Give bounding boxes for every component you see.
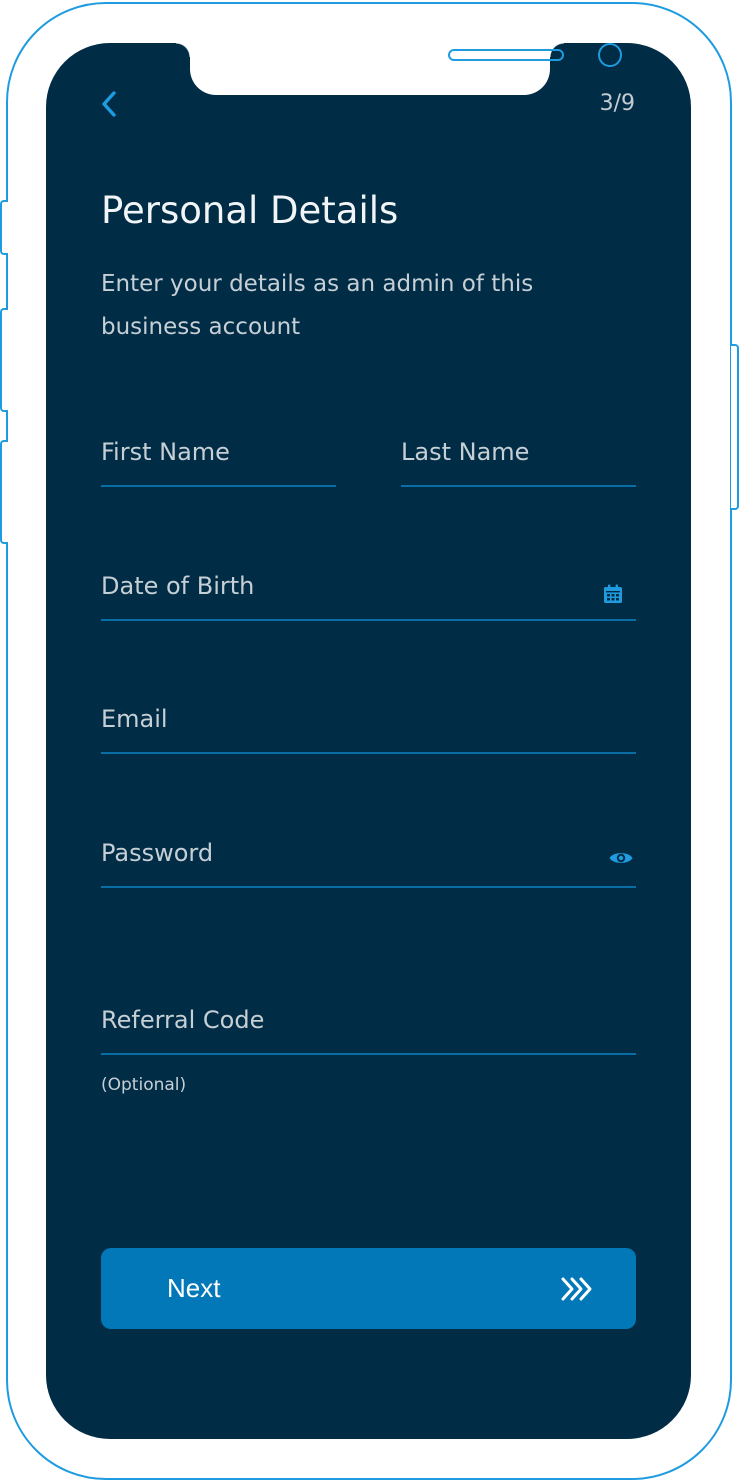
next-button[interactable]: Next	[101, 1248, 636, 1329]
app-screen: 3/9 Personal Details Enter your details …	[46, 43, 691, 1439]
phone-volume-up-button	[0, 308, 8, 412]
calendar-icon[interactable]	[602, 583, 624, 605]
speaker-grille	[448, 49, 564, 61]
referral-code-field[interactable]: Referral Code	[101, 1003, 636, 1055]
page-title: Personal Details	[101, 189, 399, 232]
email-field[interactable]: Email	[101, 702, 636, 754]
phone-power-button	[731, 344, 739, 510]
last-name-field[interactable]: Last Name	[401, 435, 636, 487]
first-name-label: First Name	[101, 438, 230, 466]
triple-chevron-right-icon	[558, 1274, 598, 1304]
date-of-birth-field[interactable]: Date of Birth	[101, 569, 636, 621]
eye-icon[interactable]	[608, 848, 634, 868]
last-name-label: Last Name	[401, 438, 530, 466]
chevron-left-icon[interactable]	[98, 89, 120, 119]
step-counter: 3/9	[599, 91, 635, 116]
referral-optional-note: (Optional)	[101, 1075, 187, 1095]
next-button-label: Next	[167, 1273, 221, 1303]
email-label: Email	[101, 705, 168, 733]
first-name-field[interactable]: First Name	[101, 435, 336, 487]
notch-corner-left	[176, 43, 190, 57]
phone-volume-down-button	[0, 440, 8, 544]
front-camera	[598, 43, 622, 67]
password-field[interactable]: Password	[101, 836, 636, 888]
password-label: Password	[101, 839, 214, 867]
phone-mute-switch	[0, 200, 8, 255]
page-subtitle: Enter your details as an admin of this b…	[101, 271, 534, 340]
referral-code-label: Referral Code	[101, 1006, 265, 1034]
date-of-birth-label: Date of Birth	[101, 572, 255, 600]
phone-notch	[190, 43, 622, 95]
